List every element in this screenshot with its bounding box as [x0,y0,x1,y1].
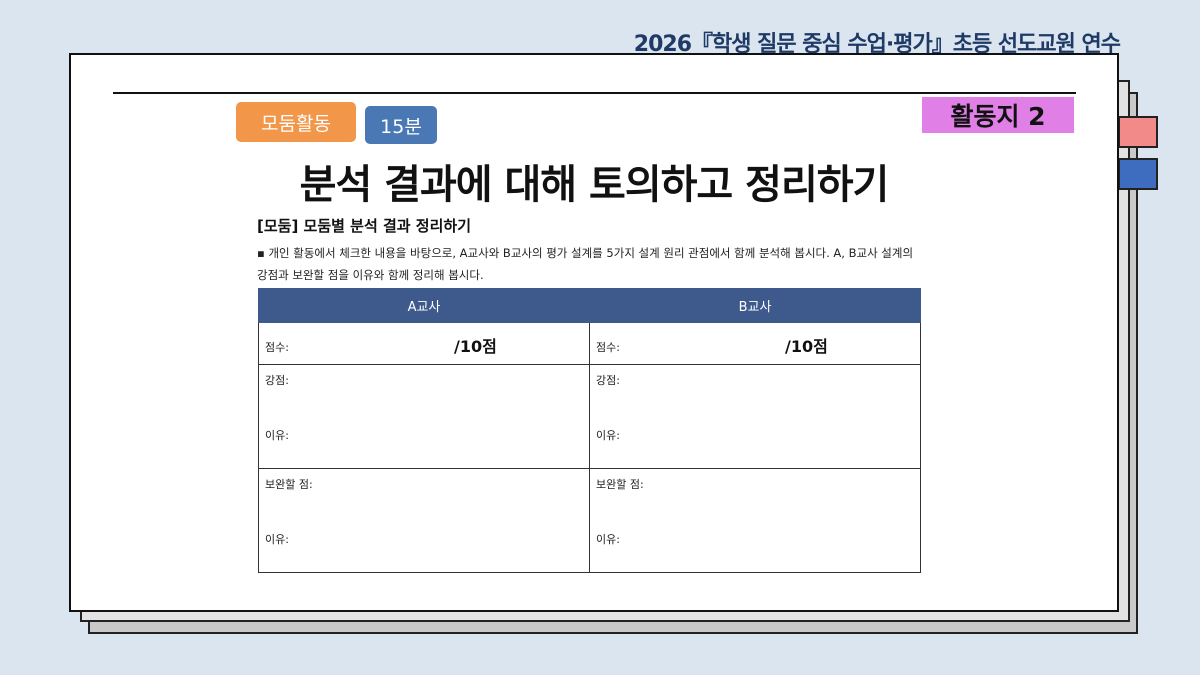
reason-label: 이유: [265,429,289,442]
reason-label: 이유: [265,533,289,546]
strength-cell-b[interactable]: 강점: 이유: [589,364,921,469]
bookmark-tab-blue [1118,158,1158,190]
column-header-teacher-a: A교사 [258,288,590,323]
instructions: ▪ 개인 활동에서 체크한 내용을 바탕으로, A교사와 B교사의 평가 설계를… [257,242,927,286]
reason-label: 이유: [596,429,620,442]
analysis-table: A교사 B교사 점수: /10점 점수: /10점 강점: 이유: 강점: 이유… [258,288,921,573]
strength-cell-a[interactable]: 강점: 이유: [258,364,590,469]
worksheet-page: 모둠활동 15분 활동지 2 분석 결과에 대해 토의하고 정리하기 [모둠] … [69,53,1119,612]
score-value: /10점 [785,337,828,356]
bullet-icon: ▪ [257,246,265,260]
score-value: /10점 [454,337,497,356]
activity-type-badge: 모둠활동 [236,102,356,142]
strength-label: 강점: [596,374,620,387]
improvement-label: 보완할 점: [265,478,313,491]
score-label: 점수: [265,341,289,354]
improvement-cell-b[interactable]: 보완할 점: 이유: [589,468,921,573]
score-cell-b[interactable]: 점수: /10점 [589,322,921,365]
reason-label: 이유: [596,533,620,546]
top-rule [113,92,1076,94]
bookmark-tab-red [1118,116,1158,148]
page-title: 분석 결과에 대해 토의하고 정리하기 [299,162,890,208]
strength-label: 강점: [265,374,289,387]
worksheet-number-badge: 활동지 2 [922,97,1074,133]
improvement-cell-a[interactable]: 보완할 점: 이유: [258,468,590,573]
score-cell-a[interactable]: 점수: /10점 [258,322,590,365]
instructions-text: 개인 활동에서 체크한 내용을 바탕으로, A교사와 B교사의 평가 설계를 5… [257,246,914,282]
score-label: 점수: [596,341,620,354]
section-heading: [모둠] 모둠별 분석 결과 정리하기 [257,217,472,235]
improvement-label: 보완할 점: [596,478,644,491]
column-header-teacher-b: B교사 [589,288,921,323]
time-badge: 15분 [365,106,437,144]
